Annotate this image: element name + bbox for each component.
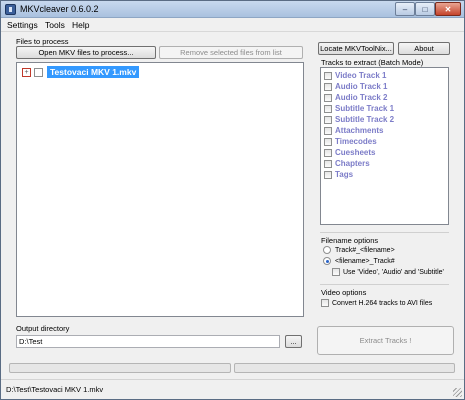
radio-button-selected[interactable]	[323, 257, 331, 265]
resize-grip-icon[interactable]	[453, 388, 462, 397]
track-label: Tags	[335, 170, 354, 179]
close-button[interactable]: ✕	[435, 2, 461, 16]
checkbox-label: Use 'Video', 'Audio' and 'Subtitle'	[343, 268, 444, 276]
output-directory-label: Output directory	[16, 324, 70, 333]
track-checkbox[interactable]	[324, 148, 332, 157]
tracks-list: Video Track 1 Audio Track 1 Audio Track …	[320, 67, 449, 225]
menu-bar: Settings Tools Help	[1, 18, 464, 32]
minimize-button[interactable]: –	[395, 2, 415, 16]
menu-settings[interactable]: Settings	[7, 20, 38, 30]
track-label: Subtitle Track 2	[335, 115, 395, 124]
track-checkbox[interactable]	[324, 170, 332, 179]
app-window: MKVcleaver 0.6.0.2 – □ ✕ Settings Tools …	[0, 0, 465, 400]
track-row[interactable]: Cuesheets	[324, 147, 375, 158]
extract-tracks-button[interactable]: Extract Tracks !	[317, 326, 454, 355]
track-checkbox[interactable]	[324, 93, 332, 102]
track-row[interactable]: Tags	[324, 169, 353, 180]
menu-tools[interactable]: Tools	[45, 20, 65, 30]
progress-bar-file	[9, 363, 231, 373]
locate-mkvtoolnix-button[interactable]: Locate MKVToolNix...	[318, 42, 394, 55]
browse-button[interactable]: ...	[285, 335, 302, 348]
app-icon	[5, 4, 16, 15]
track-checkbox[interactable]	[324, 137, 332, 146]
output-directory-input[interactable]: D:\Test	[16, 335, 280, 348]
track-row[interactable]: Attachments	[324, 125, 383, 136]
open-mkv-button[interactable]: Open MKV files to process...	[16, 46, 156, 59]
radio-button[interactable]	[323, 246, 331, 254]
use-type-names-option[interactable]: Use 'Video', 'Audio' and 'Subtitle'	[332, 268, 444, 276]
track-checkbox[interactable]	[324, 115, 332, 124]
track-label: Audio Track 2	[335, 93, 388, 102]
track-label: Cuesheets	[335, 148, 376, 157]
divider	[320, 284, 449, 285]
divider	[320, 232, 449, 233]
track-label: Video Track 1	[335, 71, 387, 80]
filename-option-filename-first[interactable]: <filename>_Track#	[323, 257, 395, 265]
convert-h264-option[interactable]: Convert H.264 tracks to AVI files	[321, 299, 432, 307]
track-row[interactable]: Video Track 1	[324, 70, 386, 81]
track-row[interactable]: Timecodes	[324, 136, 377, 147]
track-label: Timecodes	[335, 137, 377, 146]
track-label: Audio Track 1	[335, 82, 388, 91]
track-label: Chapters	[335, 159, 370, 168]
filename-option-track-first[interactable]: Track#_<filename>	[323, 246, 395, 254]
expand-toggle-icon[interactable]: +	[22, 68, 31, 77]
track-row[interactable]: Audio Track 1	[324, 81, 387, 92]
track-row[interactable]: Subtitle Track 1	[324, 103, 394, 114]
tracks-group-label: Tracks to extract (Batch Mode)	[321, 58, 424, 67]
status-bar: D:\Test\Testovaci MKV 1.mkv	[1, 379, 464, 399]
remove-files-button[interactable]: Remove selected files from list	[159, 46, 303, 59]
radio-label: Track#_<filename>	[335, 246, 395, 254]
track-label: Attachments	[335, 126, 384, 135]
file-checkbox[interactable]	[34, 68, 43, 77]
progress-bar-total	[234, 363, 455, 373]
window-title: MKVcleaver 0.6.0.2	[20, 4, 99, 14]
about-button[interactable]: About	[398, 42, 450, 55]
files-group-label: Files to process	[16, 37, 69, 46]
track-checkbox[interactable]	[324, 82, 332, 91]
status-text: D:\Test\Testovaci MKV 1.mkv	[6, 385, 104, 394]
checkbox-label: Convert H.264 tracks to AVI files	[332, 299, 433, 307]
use-type-names-checkbox[interactable]	[332, 268, 340, 276]
track-checkbox[interactable]	[324, 159, 332, 168]
radio-label: <filename>_Track#	[335, 257, 395, 265]
track-row[interactable]: Chapters	[324, 158, 370, 169]
title-bar[interactable]: MKVcleaver 0.6.0.2 – □ ✕	[1, 1, 464, 18]
track-row[interactable]: Subtitle Track 2	[324, 114, 394, 125]
track-checkbox[interactable]	[324, 126, 332, 135]
file-list-item[interactable]: Testovaci MKV 1.mkv	[47, 66, 140, 78]
convert-h264-checkbox[interactable]	[321, 299, 329, 307]
track-checkbox[interactable]	[324, 104, 332, 113]
track-checkbox[interactable]	[324, 71, 332, 80]
maximize-button[interactable]: □	[415, 2, 435, 16]
filename-options-label: Filename options	[321, 236, 379, 245]
video-options-label: Video options	[321, 288, 367, 297]
file-list[interactable]: + Testovaci MKV 1.mkv	[16, 62, 304, 317]
menu-help[interactable]: Help	[72, 20, 89, 30]
track-row[interactable]: Audio Track 2	[324, 92, 387, 103]
track-label: Subtitle Track 1	[335, 104, 395, 113]
